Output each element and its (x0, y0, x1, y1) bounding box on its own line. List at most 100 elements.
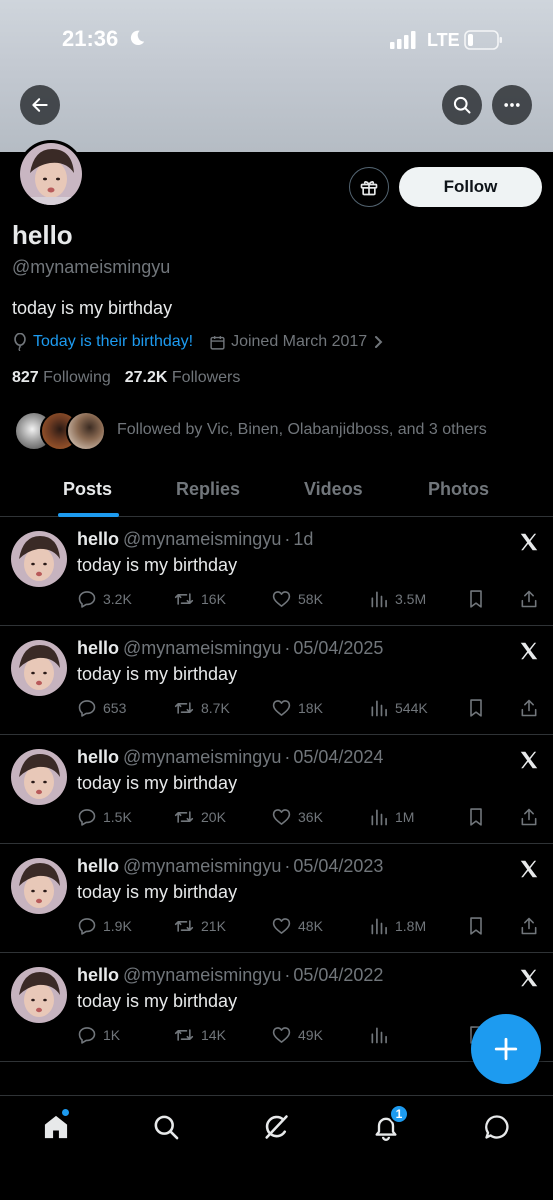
profile-avatar[interactable] (17, 140, 85, 208)
reply-button[interactable]: 1.5K (77, 805, 132, 829)
reply-button[interactable]: 1.9K (77, 914, 132, 938)
bookmark-button[interactable] (467, 805, 491, 829)
like-button[interactable]: 36K (271, 805, 323, 829)
like-button[interactable]: 48K (271, 914, 323, 938)
profile-meta: Today is their birthday! Joined March 20… (12, 333, 389, 351)
share-button[interactable] (519, 696, 545, 720)
tab-posts[interactable]: Posts (63, 479, 112, 500)
post-actions: 3.2K 16K 58K 3.5M (77, 587, 547, 613)
birthday-link[interactable]: Today is their birthday! (33, 333, 193, 351)
post-author-name[interactable]: hello (77, 965, 119, 985)
post[interactable]: hello @mynameismingyu · 05/04/2025 today is… (0, 626, 553, 735)
post[interactable]: hello @mynameismingyu · 05/04/2023 today is… (0, 844, 553, 953)
reply-button[interactable]: 1K (77, 1023, 120, 1047)
like-button[interactable]: 18K (271, 696, 323, 720)
reply-button[interactable]: 653 (77, 696, 126, 720)
following-link[interactable]: 827 Following (12, 369, 111, 386)
nav-search[interactable] (149, 1110, 183, 1144)
post-timestamp[interactable]: 05/04/2024 (293, 747, 383, 767)
repost-button[interactable]: 16K (173, 587, 226, 611)
followed-by-avatars[interactable] (14, 411, 106, 451)
repost-button[interactable]: 8.7K (173, 696, 230, 720)
post-timestamp[interactable]: 05/04/2025 (293, 638, 383, 658)
repost-count: 14K (201, 1027, 226, 1043)
post[interactable]: hello @mynameismingyu · 05/04/2024 today is… (0, 735, 553, 844)
post-author-name[interactable]: hello (77, 529, 119, 549)
post-timestamp[interactable]: 05/04/2023 (293, 856, 383, 876)
post-avatar[interactable] (11, 640, 67, 696)
post-avatar[interactable] (11, 531, 67, 587)
tab-photos[interactable]: Photos (428, 479, 489, 500)
followed-by-text[interactable]: Followed by Vic, Binen, Olabanjidboss, a… (117, 421, 487, 439)
post-avatar[interactable] (11, 967, 67, 1023)
nav-notifications[interactable]: 1 (369, 1104, 409, 1144)
repost-button[interactable]: 20K (173, 805, 226, 829)
bookmark-icon (470, 590, 482, 608)
tab-videos[interactable]: Videos (304, 479, 363, 500)
repost-button[interactable]: 14K (173, 1023, 226, 1047)
repost-button[interactable]: 21K (173, 914, 226, 938)
profile-banner[interactable] (0, 0, 553, 152)
share-icon (521, 917, 537, 935)
like-button[interactable]: 58K (271, 587, 323, 611)
views-button[interactable]: 1.8M (369, 914, 426, 938)
post-author-name[interactable]: hello (77, 638, 119, 658)
post-avatar[interactable] (11, 858, 67, 914)
views-button[interactable]: 3.5M (369, 587, 426, 611)
post[interactable]: hello @mynameismingyu · 1d today is my birt… (0, 517, 553, 626)
back-button[interactable] (20, 85, 60, 125)
post-author-name[interactable]: hello (77, 856, 119, 876)
compose-button[interactable] (471, 1014, 541, 1084)
search-icon (154, 1115, 179, 1140)
x-logo-icon[interactable] (518, 749, 540, 771)
post-actions: 653 8.7K 18K 544K (77, 696, 547, 722)
follow-button[interactable]: Follow (399, 167, 542, 207)
nav-messages[interactable] (480, 1110, 514, 1144)
post-timestamp[interactable]: 05/04/2022 (293, 965, 383, 985)
post-author-handle[interactable]: @mynameismingyu (123, 638, 281, 658)
post-timestamp[interactable]: 1d (293, 529, 313, 549)
like-count: 48K (298, 918, 323, 934)
grok-icon (265, 1115, 288, 1139)
following-count: 827 (12, 369, 39, 386)
nav-home[interactable] (39, 1108, 73, 1144)
post-author-handle[interactable]: @mynameismingyu (123, 856, 281, 876)
network-type: LTE (427, 30, 460, 50)
like-button[interactable]: 49K (271, 1023, 323, 1047)
post-header: hello @mynameismingyu · 05/04/2022 (77, 965, 383, 986)
chevron-right-icon[interactable] (374, 335, 384, 349)
share-button[interactable] (519, 914, 545, 938)
nav-grok[interactable] (259, 1110, 293, 1144)
views-button[interactable]: 544K (369, 696, 428, 720)
bottom-navigation: 1 (0, 1095, 553, 1200)
post-author-handle[interactable]: @mynameismingyu (123, 965, 281, 985)
reply-icon (78, 591, 96, 608)
views-button[interactable] (369, 1023, 395, 1047)
tab-replies[interactable]: Replies (176, 479, 240, 500)
more-options-button[interactable] (492, 85, 532, 125)
post[interactable]: hello @mynameismingyu · 05/04/2022 today is… (0, 953, 553, 1062)
post-author-handle[interactable]: @mynameismingyu (123, 747, 281, 767)
repost-count: 8.7K (201, 700, 230, 716)
followers-link[interactable]: 27.2K Followers (125, 369, 241, 386)
bookmark-button[interactable] (467, 914, 491, 938)
gift-button[interactable] (349, 167, 389, 207)
post-avatar[interactable] (11, 749, 67, 805)
x-logo-icon[interactable] (518, 531, 540, 553)
views-button[interactable]: 1M (369, 805, 414, 829)
x-logo-icon[interactable] (518, 967, 540, 989)
bookmark-button[interactable] (467, 696, 491, 720)
search-button[interactable] (442, 85, 482, 125)
repost-icon (174, 702, 194, 714)
share-button[interactable] (519, 805, 545, 829)
reply-button[interactable]: 3.2K (77, 587, 132, 611)
view-count: 1M (395, 809, 415, 825)
post-author-handle[interactable]: @mynameismingyu (123, 529, 281, 549)
post-author-name[interactable]: hello (77, 747, 119, 767)
joined-date[interactable]: Joined March 2017 (231, 333, 367, 351)
share-icon (521, 808, 537, 826)
share-button[interactable] (519, 587, 545, 611)
x-logo-icon[interactable] (518, 640, 540, 662)
x-logo-icon[interactable] (518, 858, 540, 880)
bookmark-button[interactable] (467, 587, 491, 611)
